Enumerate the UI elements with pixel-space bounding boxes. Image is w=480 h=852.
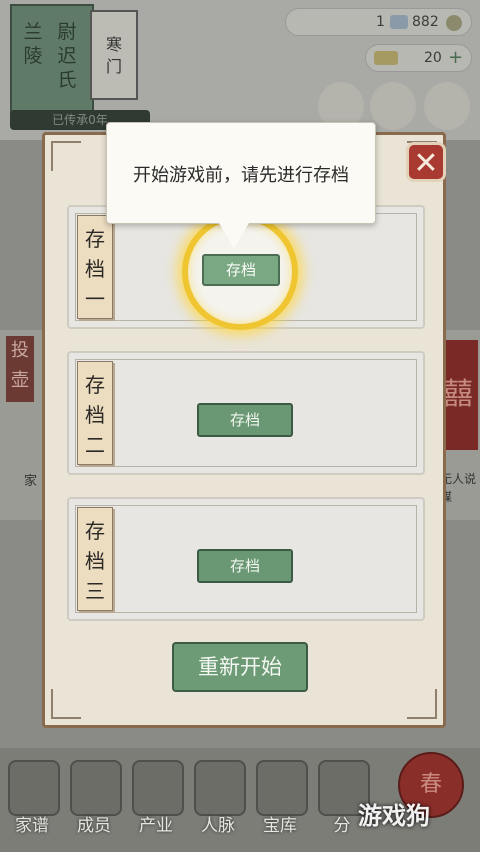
save-button-1[interactable]: 存档 xyxy=(202,254,280,286)
class-card: 寒门 xyxy=(90,10,138,100)
settings-icon[interactable] xyxy=(424,82,470,130)
save-button-2[interactable]: 存档 xyxy=(197,403,293,437)
jade-icon xyxy=(390,15,408,29)
currency-bar: 1 882 xyxy=(285,8,472,36)
ingot-icon xyxy=(374,51,398,65)
tutorial-tooltip: 开始游戏前，请先进行存档 xyxy=(106,122,376,224)
slot-label: 存档三 xyxy=(77,507,113,611)
corner-ornament xyxy=(51,141,81,171)
class-label: 寒门 xyxy=(105,35,122,76)
nav-genealogy[interactable]: 家谱 xyxy=(4,756,60,836)
restart-button[interactable]: 重新开始 xyxy=(172,642,308,692)
save-icon[interactable] xyxy=(370,82,416,130)
plus-icon[interactable]: + xyxy=(448,45,463,71)
save-slot-2: 存档二 存档 xyxy=(67,351,425,475)
coin-icon xyxy=(446,15,462,31)
network-icon xyxy=(194,760,246,816)
save-button-3[interactable]: 存档 xyxy=(197,549,293,583)
silver-bar: 20 + xyxy=(365,44,472,72)
nav-treasury[interactable]: 宝库 xyxy=(252,756,308,836)
close-icon[interactable]: ✕ xyxy=(406,142,446,182)
slot-label: 存档二 xyxy=(77,361,113,465)
nav-industry[interactable]: 产业 xyxy=(128,756,184,836)
corner-ornament xyxy=(51,689,81,719)
watermark: 游戏狗 xyxy=(358,802,430,830)
silver-count: 20 xyxy=(424,50,442,66)
save-slot-3: 存档三 存档 xyxy=(67,497,425,621)
family-name-banner: 兰陵 尉迟氏 xyxy=(10,4,94,124)
book-icon xyxy=(8,760,60,816)
tooltip-pointer xyxy=(218,221,250,249)
nav-contacts[interactable]: 人脉 xyxy=(190,756,246,836)
jade-prefix: 1 xyxy=(376,14,385,30)
matchmaking-status: 无人说媒 xyxy=(440,472,477,504)
banner-col-2: 尉迟氏 xyxy=(57,21,77,91)
nav-members[interactable]: 成员 xyxy=(66,756,122,836)
person-icon xyxy=(70,760,122,816)
chest-icon xyxy=(256,760,308,816)
touhu-button[interactable]: 投壶 xyxy=(6,336,34,402)
banner-col-1: 兰陵 xyxy=(23,21,43,67)
slot-label: 存档一 xyxy=(77,215,113,319)
building-icon xyxy=(132,760,184,816)
coin-count: 882 xyxy=(412,14,439,30)
left-label: 家 xyxy=(24,474,38,489)
tooltip-text: 开始游戏前，请先进行存档 xyxy=(133,165,349,186)
corner-ornament xyxy=(407,689,437,719)
